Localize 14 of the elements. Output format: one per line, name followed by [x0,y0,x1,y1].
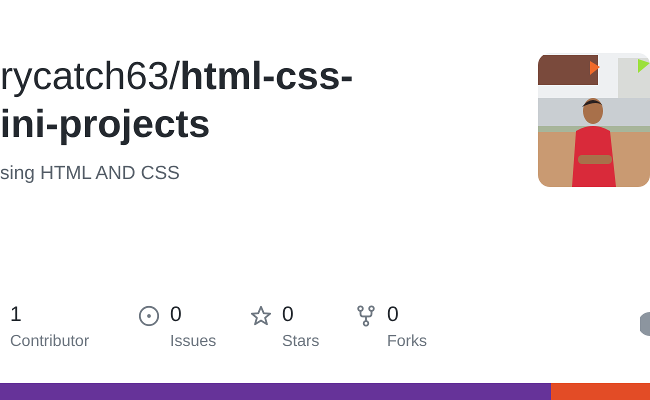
stat-count: 0 [170,302,183,328]
issue-icon [138,305,160,327]
fork-icon [355,305,377,327]
stat-label: Contributor [10,333,90,351]
repository-title: rycatch63/html-css- [0,54,354,100]
repository-title: ini-projects [0,102,212,148]
stat-label: Forks [387,333,427,351]
stat-label: Issues [170,333,216,351]
stat-label: Stars [282,333,320,351]
star-icon [250,305,272,327]
stat-count: 0 [387,302,400,328]
stat-count: 0 [282,302,295,328]
stat-count: 1 [10,302,23,328]
repository-description: sing HTML AND CSS [0,163,181,185]
